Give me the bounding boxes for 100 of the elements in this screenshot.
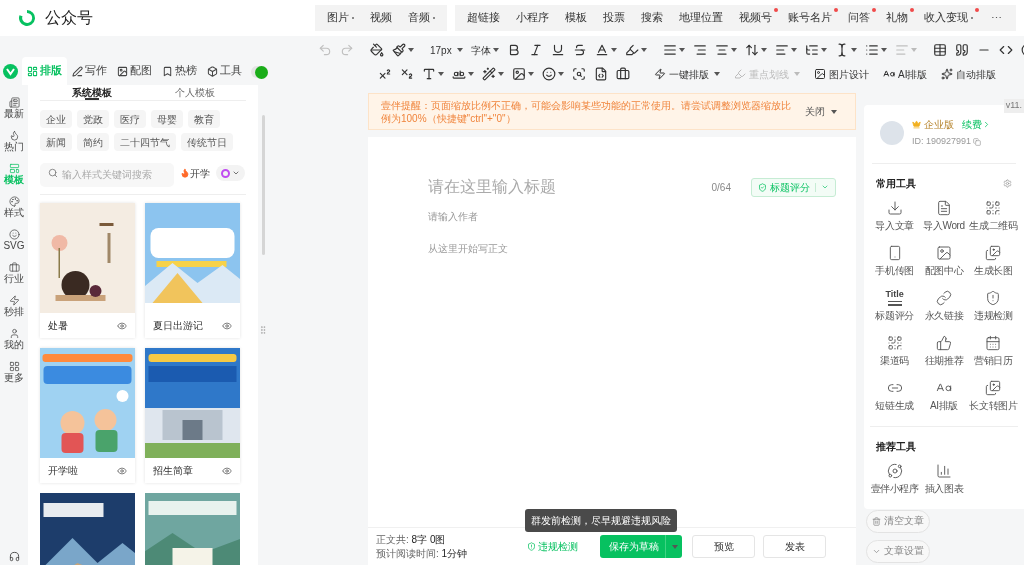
highlight-icon[interactable] [624,43,639,57]
rail-item[interactable]: 样式 [4,196,24,218]
hot-tag[interactable]: 开学 [180,165,210,181]
category-chip[interactable]: 二十四节气 [114,133,176,151]
insert-menu-item[interactable]: 模板 [557,10,595,26]
tool-button[interactable]: 往期推荐 [919,329,969,371]
author-field[interactable]: 请输入作者 [428,209,796,224]
toolbar-action[interactable]: 图片设计 [814,66,869,82]
template-card[interactable]: 夏日出游记 [145,203,240,338]
list-icon[interactable] [864,43,879,57]
preview-button[interactable]: 预览 [692,535,755,558]
indent-icon[interactable] [692,43,707,57]
tool-button[interactable]: 配图中心 [919,239,969,281]
preview-icon[interactable] [222,465,232,476]
text-style-icon[interactable] [422,67,436,81]
insert-menu-item[interactable]: 音频 [400,10,443,26]
tool-button[interactable]: 生成二维码 [968,194,1018,236]
toolbar-action[interactable]: AI排版 [883,66,928,82]
rail-item[interactable]: SVG [3,229,25,251]
font-color-icon[interactable] [594,43,609,57]
insert-menu-item[interactable]: 视频 [362,10,400,26]
tool-button[interactable]: AI排版 [919,374,969,416]
category-chip[interactable]: 医疗 [114,110,146,128]
find-icon[interactable] [572,67,586,81]
insert-menu-item[interactable]: 账号名片 [780,10,840,26]
tool-button[interactable]: 违规检测 [968,284,1018,326]
category-chip[interactable]: 党政 [77,110,109,128]
side-button[interactable]: 清空文章 [866,510,930,533]
superscript-icon[interactable] [378,67,392,81]
rail-item[interactable]: 热门 [4,130,24,152]
insert-menu-item[interactable]: 超链接 [459,10,508,26]
insert-menu-item[interactable]: 图片 [319,10,362,26]
category-chip[interactable]: 企业 [40,110,72,128]
font-size-select[interactable]: 17px [430,42,463,58]
close-button[interactable]: 关闭 [805,104,837,119]
tool-button[interactable]: 生成长图 [968,239,1018,281]
template-tab[interactable]: 个人模板 [143,85,246,100]
toolbox-icon[interactable] [616,67,630,81]
insert-menu-item[interactable]: 地理位置 [671,10,731,26]
quote-icon[interactable] [954,43,969,57]
insert-menu-item[interactable]: 问答 [840,10,878,26]
insert-menu-item[interactable]: 视频号 [731,10,780,26]
image-icon[interactable] [512,67,526,81]
panel-tab[interactable]: 写作 [66,57,112,85]
tool-button[interactable]: 插入图表 [919,457,969,499]
insert-menu-item[interactable]: 收入变现 [916,10,981,26]
insert-menu-item[interactable]: 搜索 [633,10,671,26]
support-icon[interactable] [8,551,20,562]
insert-menu-item[interactable]: 礼物 [878,10,916,26]
toolbar-action[interactable]: 一键排版 [654,66,720,82]
color-picker[interactable] [216,165,245,181]
template-card[interactable]: 招生简章 [145,348,240,483]
tool-button[interactable]: 渠道码 [870,329,920,371]
align-left-icon[interactable] [774,43,789,57]
category-chip[interactable]: 传统节日 [181,133,233,151]
rail-item[interactable]: 行业 [4,262,24,284]
magic-wand-icon[interactable] [482,67,496,81]
tool-button[interactable]: 长文转图片 [968,374,1018,416]
underline-icon[interactable] [550,43,565,57]
panel-toggle[interactable] [250,66,268,78]
tool-button[interactable]: Title 标题评分 [870,284,920,326]
brush-icon[interactable] [392,43,406,57]
title-field[interactable]: 请在这里输入标题 [428,175,712,199]
code-icon[interactable] [998,43,1013,57]
align-center-icon[interactable] [714,43,729,57]
tool-button[interactable]: 短链生成 [870,374,920,416]
toolbar-action[interactable]: 自动排版 [941,66,997,82]
rail-item[interactable]: 更多 [4,361,24,383]
rail-item[interactable]: 秒排 [4,295,24,317]
panel-tab[interactable]: 配图 [111,57,157,85]
insert-menu-item[interactable]: 小程序 [508,10,557,26]
more-button[interactable]: ⋯ [981,9,1012,27]
category-chip[interactable]: 简约 [77,133,109,151]
panel-tab[interactable]: 热榜 [156,57,202,85]
html-icon[interactable] [594,67,608,81]
template-card[interactable]: 开学啦 [40,348,135,483]
tool-button[interactable]: 导入Word [919,194,969,236]
tool-button[interactable]: 手机传图 [870,239,920,281]
collapse-handle[interactable] [258,325,268,335]
subscript-icon[interactable] [400,67,414,81]
category-chip[interactable]: 新闻 [40,133,72,151]
tool-button[interactable]: 营销日历 [968,329,1018,371]
panel-tab[interactable]: 工具 [201,57,247,85]
align-justify-icon[interactable] [662,43,677,57]
tool-button[interactable]: 永久链接 [919,284,969,326]
preview-icon[interactable] [222,320,232,331]
font-select[interactable]: 字体 [470,42,499,58]
preview-icon[interactable] [117,320,127,331]
category-chip[interactable]: 母婴 [151,110,183,128]
format-painter-icon[interactable] [370,43,384,57]
line-height-icon[interactable] [744,43,759,57]
table-icon[interactable] [932,43,947,57]
strikethrough-icon[interactable] [572,43,587,57]
tool-button[interactable]: 导入文章 [870,194,920,236]
preview-icon[interactable] [117,465,127,476]
template-tab[interactable]: 系统模板 [40,85,143,100]
body-field[interactable]: 从这里开始写正文 [428,241,796,256]
tool-button[interactable]: 壹伴小程序 [870,457,920,499]
insert-menu-item[interactable]: 投票 [595,10,633,26]
template-card[interactable]: 处暑 [40,203,135,338]
